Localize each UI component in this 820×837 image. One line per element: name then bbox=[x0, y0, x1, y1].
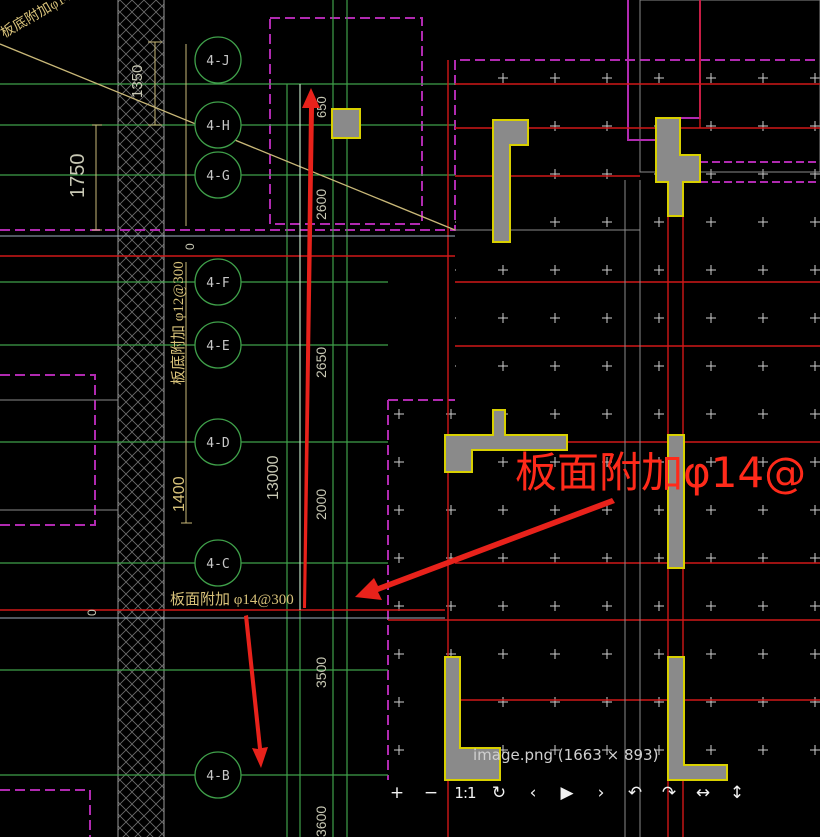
axis-label-4-d: 4-D bbox=[206, 436, 230, 451]
actual-size-button[interactable]: 1:1 bbox=[448, 778, 482, 808]
rebar-label-phi14: 板面附加 φ14@300 bbox=[170, 590, 294, 608]
dim-1350: 1350 bbox=[129, 65, 146, 98]
flip-vertical-icon[interactable]: ↕ bbox=[720, 778, 754, 808]
flip-horizontal-icon[interactable]: ↔ bbox=[686, 778, 720, 808]
reset-icon[interactable]: ↻ bbox=[482, 778, 516, 808]
zoom-out-button[interactable]: − bbox=[414, 778, 448, 808]
dim-2600: 2600 bbox=[313, 189, 329, 220]
dim-1400: 1400 bbox=[171, 476, 188, 512]
rebar-label-phi12: 板底附加 φ12@300 bbox=[169, 261, 187, 385]
axis-label-4-b: 4-B bbox=[206, 769, 230, 784]
dim-13000: 13000 bbox=[265, 455, 282, 500]
next-icon[interactable]: › bbox=[584, 778, 618, 808]
image-info-caption: image.png (1663 × 893) bbox=[473, 746, 659, 764]
rotate-left-icon[interactable]: ↶ bbox=[618, 778, 652, 808]
play-icon[interactable]: ▶ bbox=[550, 778, 584, 808]
cad-drawing-canvas: 4-J 4-H 4-G 4-F 4-E 4-D 4-C 4-B 1350 175… bbox=[0, 0, 820, 837]
column-square bbox=[331, 108, 361, 139]
axis-label-4-j: 4-J bbox=[206, 54, 229, 69]
dim-zero-b: 0 bbox=[85, 609, 99, 616]
axis-label-4-g: 4-G bbox=[206, 169, 230, 184]
axis-label-4-e: 4-E bbox=[206, 339, 229, 354]
dim-zero-a: 0 bbox=[183, 243, 197, 250]
axis-label-4-h: 4-H bbox=[206, 119, 229, 134]
annotation-text: 板面附加φ14@ bbox=[515, 448, 806, 497]
image-viewer-toolbar: + − 1:1 ↻ ‹ ▶ › ↶ ↷ ↔ ↕ bbox=[380, 778, 754, 808]
dim-3500: 3500 bbox=[313, 657, 329, 688]
zoom-in-button[interactable]: + bbox=[380, 778, 414, 808]
dim-2000: 2000 bbox=[313, 489, 329, 520]
dim-1750: 1750 bbox=[67, 154, 89, 199]
rotate-right-icon[interactable]: ↷ bbox=[652, 778, 686, 808]
dim-3600: 3600 bbox=[313, 806, 329, 837]
axis-label-4-c: 4-C bbox=[206, 557, 229, 572]
axis-label-4-f: 4-F bbox=[206, 276, 230, 291]
previous-icon[interactable]: ‹ bbox=[516, 778, 550, 808]
dim-2650: 2650 bbox=[313, 347, 329, 378]
